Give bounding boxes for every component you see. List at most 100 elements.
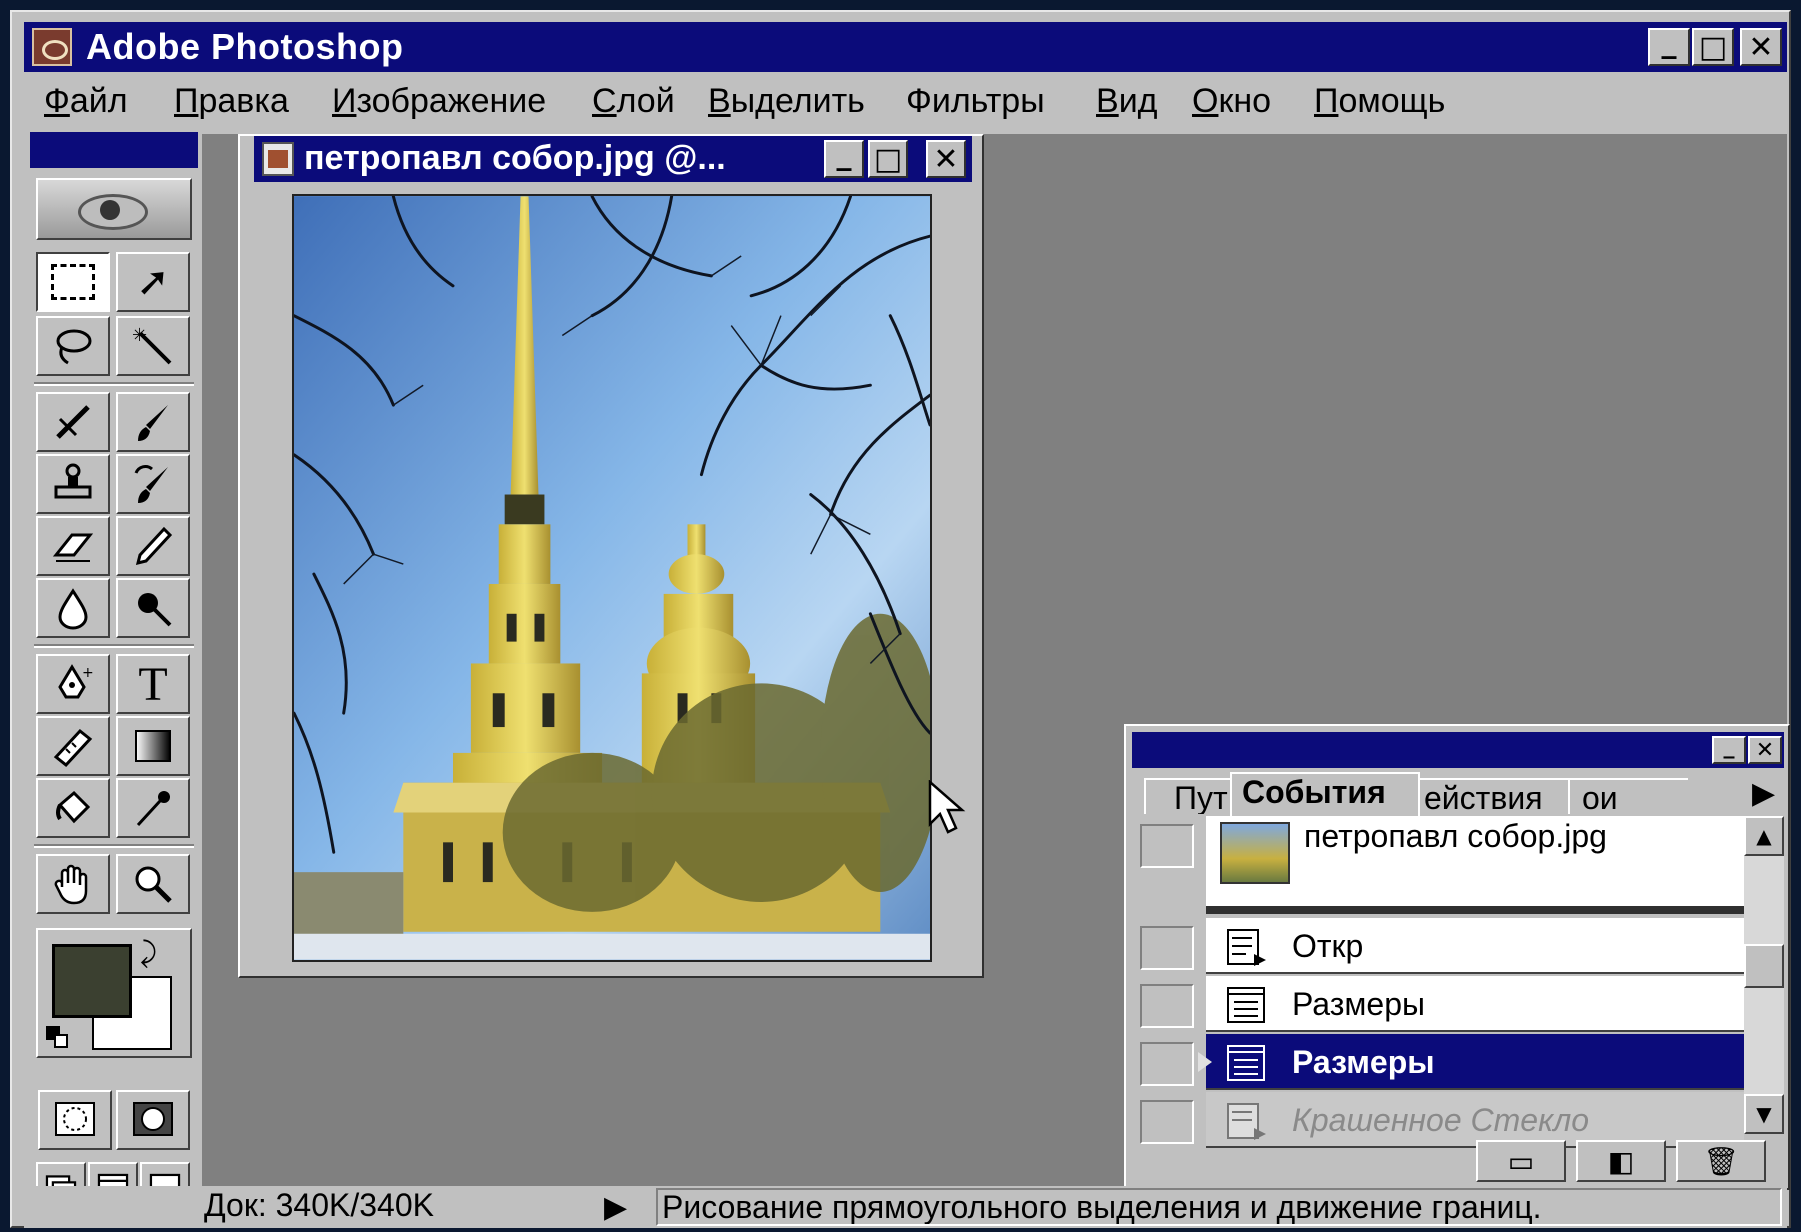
menu-help[interactable]: Помощь bbox=[1314, 82, 1445, 121]
new-document-from-state-button[interactable]: ▭ bbox=[1476, 1140, 1566, 1182]
close-button[interactable]: ✕ bbox=[1740, 28, 1782, 66]
quick-mask-button[interactable] bbox=[116, 1090, 190, 1150]
move-tool[interactable]: ➚ bbox=[116, 252, 190, 312]
default-colors-icon[interactable] bbox=[46, 1026, 68, 1048]
doc-maximize-button[interactable]: □ bbox=[868, 140, 908, 178]
history-source-checkbox[interactable] bbox=[1140, 824, 1194, 868]
menu-image[interactable]: Изображение bbox=[332, 82, 546, 121]
gradient-tool[interactable] bbox=[116, 716, 190, 776]
doc-minimize-button[interactable]: _ bbox=[824, 137, 864, 178]
paint-bucket-tool[interactable] bbox=[36, 778, 110, 838]
menu-window[interactable]: Окно bbox=[1192, 82, 1271, 121]
scroll-down-button[interactable]: ▼ bbox=[1744, 1094, 1784, 1134]
maximize-icon: □ bbox=[1698, 29, 1728, 65]
doc-close-button[interactable]: ✕ bbox=[926, 140, 966, 178]
history-source-checkbox[interactable] bbox=[1140, 984, 1194, 1028]
zoom-icon bbox=[135, 866, 172, 903]
history-state-resize[interactable]: Размеры bbox=[1132, 976, 1744, 1034]
history-state-icon bbox=[1227, 987, 1265, 1023]
type-tool[interactable]: T bbox=[116, 654, 190, 714]
scroll-thumb[interactable] bbox=[1744, 944, 1784, 988]
palette-close-button[interactable]: ✕ bbox=[1748, 736, 1782, 764]
standard-mode-button[interactable] bbox=[38, 1090, 112, 1150]
snapshot-label: петропавл собор.jpg bbox=[1304, 818, 1607, 854]
scroll-up-button[interactable]: ▲ bbox=[1744, 816, 1784, 856]
lasso-tool[interactable] bbox=[36, 316, 110, 376]
arrow-down-icon: ▼ bbox=[1756, 1102, 1772, 1126]
gradient-icon bbox=[135, 730, 171, 762]
eyedropper-tool[interactable] bbox=[116, 778, 190, 838]
document-title-bar[interactable]: петропавл собор.jpg @... _ □ ✕ bbox=[254, 136, 972, 182]
document-window[interactable]: петропавл собор.jpg @... _ □ ✕ bbox=[238, 134, 984, 978]
history-state-label: Размеры bbox=[1292, 1044, 1435, 1080]
toolbox-title-bar[interactable] bbox=[30, 132, 198, 168]
menu-layer[interactable]: Слой bbox=[592, 82, 675, 121]
burn-tool[interactable] bbox=[116, 578, 190, 638]
history-state-body: Размеры bbox=[1206, 976, 1744, 1032]
rubber-stamp-tool[interactable] bbox=[36, 454, 110, 514]
status-bar: Док: 340K/340K ▶ Рисование прямоугольног… bbox=[24, 1186, 1787, 1228]
toolbox-divider bbox=[34, 844, 194, 848]
history-state-body: Откр bbox=[1206, 918, 1744, 974]
palette-minimize-button[interactable]: _ bbox=[1712, 734, 1746, 764]
maximize-button[interactable]: □ bbox=[1692, 28, 1734, 66]
new-snapshot-icon: ◧ bbox=[1607, 1144, 1635, 1178]
doc-size-field[interactable]: Док: 340K/340K bbox=[200, 1188, 594, 1226]
blur-tool[interactable] bbox=[36, 578, 110, 638]
menu-edit[interactable]: Правка bbox=[174, 82, 289, 121]
status-menu-arrow-icon[interactable]: ▶ bbox=[604, 1190, 627, 1225]
history-brush-icon bbox=[134, 464, 168, 503]
paintbrush-tool[interactable] bbox=[116, 392, 190, 452]
history-brush-tool[interactable] bbox=[116, 454, 190, 514]
menu-filters[interactable]: Фильтры bbox=[906, 82, 1045, 121]
palette-menu-arrow-icon[interactable]: ▶ bbox=[1752, 776, 1775, 811]
menu-bar: Файл Правка Изображение Слой Выделить Фи… bbox=[24, 78, 1787, 130]
tab-actions[interactable]: ействия bbox=[1414, 778, 1574, 814]
photo-canvas[interactable] bbox=[292, 194, 932, 962]
tab-history[interactable]: События bbox=[1230, 772, 1420, 816]
measure-tool[interactable] bbox=[36, 716, 110, 776]
history-palette-title-bar[interactable]: _ ✕ bbox=[1132, 732, 1784, 768]
hand-icon bbox=[54, 864, 88, 905]
lasso-icon bbox=[56, 329, 92, 365]
marquee-tool[interactable] bbox=[36, 252, 110, 312]
cathedral-photo bbox=[294, 196, 930, 960]
history-state-open[interactable]: Откр bbox=[1132, 918, 1744, 976]
airbrush-tool[interactable] bbox=[36, 392, 110, 452]
pen-tool[interactable]: + bbox=[36, 654, 110, 714]
menu-file[interactable]: Файл bbox=[44, 82, 128, 121]
toolbox-palette: ➚ ✳ + T bbox=[26, 130, 202, 1228]
eraser-tool[interactable] bbox=[36, 516, 110, 576]
history-snapshot[interactable]: петропавл собор.jpg bbox=[1132, 816, 1744, 916]
mouse-cursor-icon bbox=[928, 780, 966, 834]
document-icon[interactable] bbox=[262, 142, 294, 176]
tab-layers[interactable]: ои bbox=[1568, 778, 1688, 814]
history-state-resize-selected[interactable]: Размеры bbox=[1132, 1034, 1744, 1092]
delete-state-button[interactable]: 🗑 bbox=[1676, 1140, 1766, 1182]
menu-view[interactable]: Вид bbox=[1096, 82, 1158, 121]
history-source-checkbox[interactable] bbox=[1140, 926, 1194, 970]
magic-wand-tool[interactable]: ✳ bbox=[116, 316, 190, 376]
hand-tool[interactable] bbox=[36, 854, 110, 914]
pencil-tool[interactable] bbox=[116, 516, 190, 576]
history-state-slider-icon[interactable] bbox=[1198, 1052, 1212, 1072]
measure-icon bbox=[53, 728, 93, 768]
tab-paths[interactable]: Пут bbox=[1144, 778, 1244, 814]
history-state-icon bbox=[1227, 1045, 1265, 1081]
quick-mask-icon bbox=[133, 1102, 173, 1136]
blur-icon bbox=[58, 588, 88, 630]
adobe-eye-icon[interactable] bbox=[36, 178, 192, 240]
swap-colors-icon[interactable]: ⤸ bbox=[140, 936, 157, 970]
standard-mode-icon bbox=[55, 1102, 95, 1136]
history-palette: _ ✕ Пут События ействия ои ▶ петропавл с… bbox=[1124, 724, 1790, 1190]
menu-select[interactable]: Выделить bbox=[708, 82, 865, 121]
app-title-bar[interactable]: Adobe Photoshop _ □ ✕ bbox=[24, 22, 1787, 72]
document-title: петропавл собор.jpg @... bbox=[304, 139, 726, 177]
photoshop-app-icon[interactable] bbox=[32, 28, 72, 66]
zoom-tool[interactable] bbox=[116, 854, 190, 914]
history-source-checkbox[interactable] bbox=[1140, 1042, 1194, 1086]
foreground-color-swatch[interactable] bbox=[52, 944, 132, 1018]
history-scrollbar[interactable]: ▲ ▼ bbox=[1744, 816, 1784, 1134]
new-snapshot-button[interactable]: ◧ bbox=[1576, 1140, 1666, 1182]
minimize-button[interactable]: _ bbox=[1648, 25, 1690, 66]
